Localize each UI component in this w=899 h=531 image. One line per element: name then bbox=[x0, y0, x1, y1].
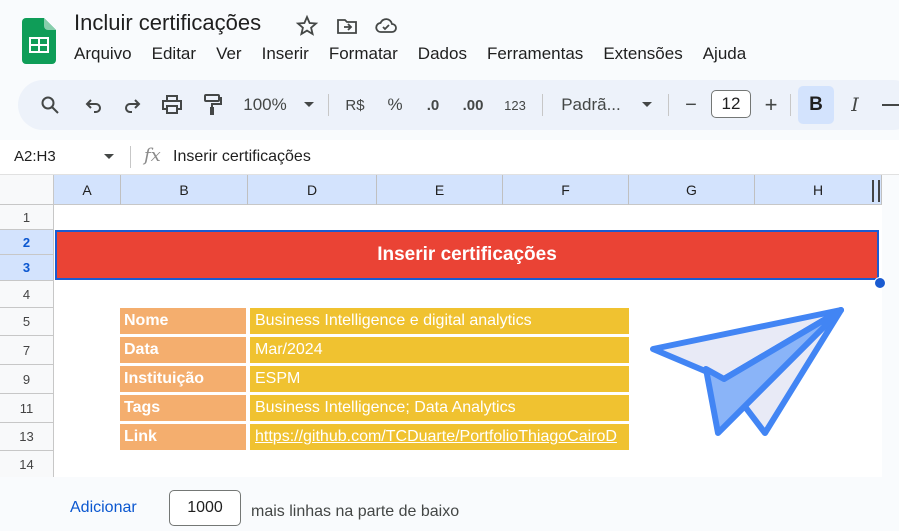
row-header-11[interactable]: 11 bbox=[0, 394, 54, 423]
percent-format-button[interactable]: % bbox=[384, 80, 406, 130]
rows-count-input[interactable]: 1000 bbox=[169, 490, 241, 526]
add-rows-description: mais linhas na parte de baixo bbox=[251, 503, 460, 520]
field-label-nome[interactable]: Nome bbox=[120, 308, 246, 334]
undo-icon bbox=[85, 99, 101, 113]
column-header-e[interactable]: E bbox=[377, 175, 503, 205]
toolbar-divider bbox=[542, 94, 543, 116]
document-title[interactable]: Incluir certificações bbox=[74, 10, 261, 36]
chevron-down-icon bbox=[304, 102, 314, 107]
formula-input[interactable]: Inserir certificações bbox=[173, 148, 311, 166]
chevron-down-icon bbox=[642, 102, 652, 107]
toolbar-divider bbox=[790, 94, 791, 116]
add-rows-button[interactable]: Adicionar bbox=[70, 499, 137, 517]
strikethrough-icon bbox=[882, 104, 899, 106]
menu-inserir[interactable]: Inserir bbox=[252, 44, 319, 68]
column-header-f[interactable]: F bbox=[503, 175, 629, 205]
font-size-decrease-button[interactable]: − bbox=[680, 80, 702, 130]
field-label-link[interactable]: Link bbox=[120, 424, 246, 450]
font-select[interactable]: Padrã... bbox=[556, 80, 626, 130]
field-value-tags[interactable]: Business Intelligence; Data Analytics bbox=[250, 395, 629, 421]
sheet-grid[interactable]: A B D E F G H 1 2 3 4 5 7 9 11 13 14 Ins… bbox=[0, 175, 886, 477]
name-box[interactable]: A2:H3 bbox=[14, 148, 56, 165]
redo-button[interactable] bbox=[118, 80, 146, 130]
row-header-14[interactable]: 14 bbox=[0, 451, 54, 477]
paper-plane-icon[interactable] bbox=[648, 305, 848, 440]
formula-divider bbox=[130, 146, 131, 168]
menu-editar[interactable]: Editar bbox=[142, 44, 206, 68]
field-label-data[interactable]: Data bbox=[120, 337, 246, 363]
star-icon[interactable] bbox=[295, 14, 319, 38]
field-label-tags[interactable]: Tags bbox=[120, 395, 246, 421]
paint-format-button[interactable] bbox=[198, 80, 226, 130]
column-header-a[interactable]: A bbox=[54, 175, 121, 205]
redo-icon bbox=[125, 99, 141, 113]
row-header-4[interactable]: 4 bbox=[0, 281, 54, 308]
bold-button[interactable]: B bbox=[798, 86, 834, 124]
search-icon bbox=[41, 96, 59, 114]
toolbar: 100% R$ % .0 .00 123 Padrã... − 12 + B I bbox=[18, 80, 899, 130]
zoom-select[interactable]: 100% bbox=[240, 80, 290, 130]
font-size-input[interactable]: 12 bbox=[711, 90, 751, 118]
column-header-d[interactable]: D bbox=[248, 175, 377, 205]
menu-ver[interactable]: Ver bbox=[206, 44, 252, 68]
cloud-saved-icon[interactable] bbox=[374, 14, 398, 38]
paint-format-icon bbox=[204, 94, 222, 115]
column-header-b[interactable]: B bbox=[121, 175, 248, 205]
row-header-3[interactable]: 3 bbox=[0, 255, 54, 281]
increase-decimal-button[interactable]: .00 bbox=[458, 80, 488, 130]
column-resize-handle[interactable] bbox=[872, 180, 880, 202]
column-header-h[interactable]: H bbox=[755, 175, 882, 205]
field-value-data[interactable]: Mar/2024 bbox=[250, 337, 629, 363]
font-size-increase-button[interactable]: + bbox=[760, 80, 782, 130]
row-header-9[interactable]: 9 bbox=[0, 365, 54, 394]
move-folder-icon[interactable] bbox=[335, 14, 359, 38]
field-value-link[interactable]: https://github.com/TCDuarte/PortfolioThi… bbox=[250, 424, 629, 450]
strikethrough-button[interactable] bbox=[880, 80, 899, 130]
menu-bar: Arquivo Editar Ver Inserir Formatar Dado… bbox=[64, 44, 756, 68]
zoom-dropdown[interactable] bbox=[298, 80, 320, 130]
italic-button[interactable]: I bbox=[844, 80, 866, 130]
undo-button[interactable] bbox=[80, 80, 108, 130]
menu-formatar[interactable]: Formatar bbox=[319, 44, 408, 68]
currency-format-button[interactable]: R$ bbox=[340, 80, 370, 130]
menu-ajuda[interactable]: Ajuda bbox=[693, 44, 756, 68]
row-header-13[interactable]: 13 bbox=[0, 423, 54, 451]
field-value-instituicao[interactable]: ESPM bbox=[250, 366, 629, 392]
menu-dados[interactable]: Dados bbox=[408, 44, 477, 68]
merged-title-cell[interactable]: Inserir certificações bbox=[55, 230, 879, 280]
field-value-nome[interactable]: Business Intelligence e digital analytic… bbox=[250, 308, 629, 334]
menu-ferramentas[interactable]: Ferramentas bbox=[477, 44, 593, 68]
font-dropdown[interactable] bbox=[636, 80, 658, 130]
toolbar-divider bbox=[328, 94, 329, 116]
row-header-1[interactable]: 1 bbox=[0, 205, 54, 230]
menu-extensoes[interactable]: Extensões bbox=[593, 44, 692, 68]
fill-handle[interactable] bbox=[874, 277, 886, 289]
number-format-button[interactable]: 123 bbox=[500, 80, 530, 130]
print-button[interactable] bbox=[158, 80, 186, 130]
formula-bar: A2:H3 fx Inserir certificações bbox=[0, 140, 899, 175]
field-label-instituicao[interactable]: Instituição bbox=[120, 366, 246, 392]
chevron-down-icon[interactable] bbox=[103, 153, 115, 161]
row-header-5[interactable]: 5 bbox=[0, 308, 54, 336]
row-header-2[interactable]: 2 bbox=[0, 230, 54, 255]
toolbar-divider bbox=[668, 94, 669, 116]
search-menus-button[interactable] bbox=[36, 80, 64, 130]
function-icon: fx bbox=[144, 145, 161, 166]
column-header-g[interactable]: G bbox=[629, 175, 755, 205]
sheets-logo-icon[interactable] bbox=[22, 18, 56, 64]
select-all-corner[interactable] bbox=[0, 175, 54, 205]
decrease-decimal-button[interactable]: .0 bbox=[418, 80, 448, 130]
menu-arquivo[interactable]: Arquivo bbox=[64, 44, 142, 68]
row-header-7[interactable]: 7 bbox=[0, 336, 54, 365]
print-icon bbox=[162, 95, 182, 114]
